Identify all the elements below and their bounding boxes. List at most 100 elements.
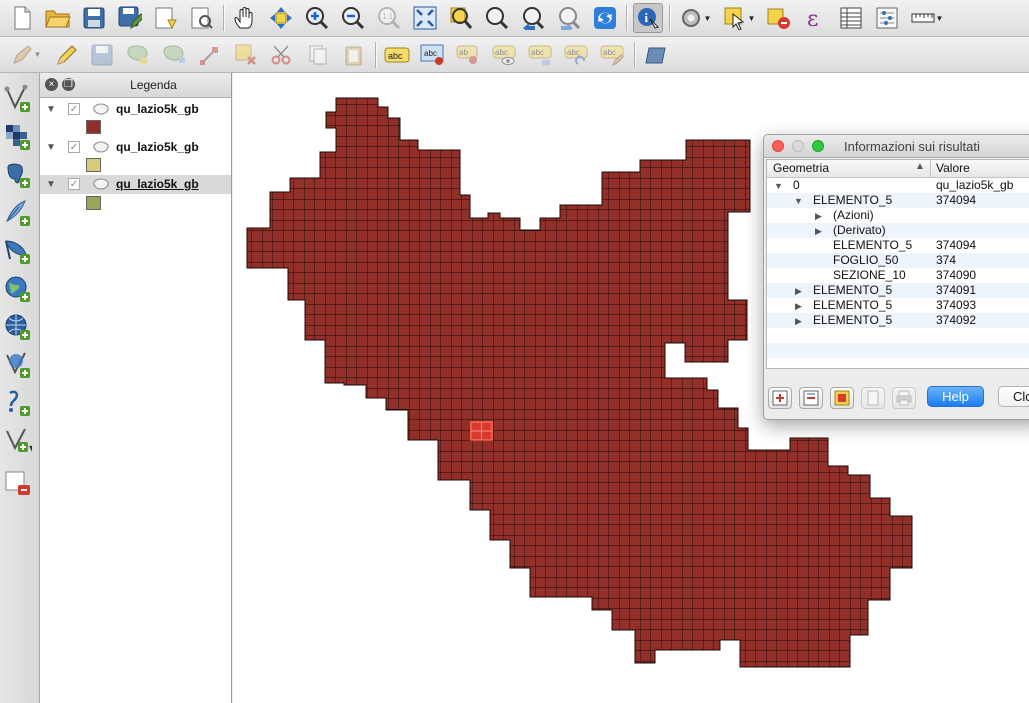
collapse-triangle-icon[interactable]: ▼ — [46, 179, 56, 190]
cut-features-icon[interactable] — [267, 40, 297, 70]
dialog-titlebar[interactable]: Informazioni sui risultati — [764, 135, 1029, 158]
toggle-editing-icon[interactable] — [51, 40, 81, 70]
layer-visibility-checkbox[interactable]: ✓ — [68, 178, 80, 190]
select-features-icon[interactable]: ▼ — [720, 3, 758, 33]
expression-select-icon[interactable]: ε — [800, 3, 830, 33]
collapse-triangle-icon[interactable]: ▼ — [46, 104, 56, 115]
help-button[interactable]: Help — [927, 386, 984, 407]
layer-symbol-swatch[interactable] — [86, 196, 101, 210]
add-feature-icon[interactable] — [123, 40, 153, 70]
tree-row[interactable]: ▼ 0 qu_lazio5k_gb — [767, 178, 1029, 193]
collapsed-arrow-icon[interactable]: ▶ — [815, 209, 822, 224]
zoom-full-icon[interactable] — [410, 3, 440, 33]
pan-to-selection-icon[interactable] — [266, 3, 296, 33]
label-abc-icon[interactable]: abc — [382, 40, 412, 70]
tree-row[interactable]: ▶ ELEMENTO_5 374092 — [767, 313, 1029, 328]
layer-symbol-swatch[interactable] — [86, 158, 101, 172]
change-label-icon[interactable]: abc — [598, 40, 628, 70]
collapse-triangle-icon[interactable]: ▼ — [46, 142, 56, 153]
add-spatialite-layer-icon[interactable] — [4, 199, 32, 227]
toolbar-separator — [626, 5, 627, 31]
collapsed-arrow-icon[interactable]: ▶ — [795, 314, 802, 329]
svg-text:ε: ε — [807, 7, 818, 30]
collapsed-arrow-icon[interactable]: ▶ — [795, 284, 802, 299]
paste-features-icon[interactable] — [339, 40, 369, 70]
add-wcs-layer-icon[interactable] — [4, 313, 32, 341]
zoom-native-icon[interactable]: 1:1 — [374, 3, 404, 33]
tree-row[interactable]: ▶ (Derivato) — [767, 223, 1029, 238]
layer-visibility-checkbox[interactable]: ✓ — [68, 103, 80, 115]
tree-row[interactable]: ▼ ELEMENTO_5 374094 — [767, 193, 1029, 208]
expanded-arrow-icon[interactable]: ▼ — [774, 179, 783, 194]
legend-layer[interactable]: ▼ ✓ qu_lazio5k_gb — [40, 100, 231, 119]
pin-labels-icon[interactable]: ab — [454, 40, 484, 70]
column-header-value[interactable]: Valore — [936, 161, 970, 175]
expanded-arrow-icon[interactable]: ▼ — [794, 194, 803, 209]
zoom-out-icon[interactable] — [338, 3, 368, 33]
processing-icon[interactable]: ▼ — [676, 3, 714, 33]
save-edits-icon[interactable] — [87, 40, 117, 70]
tree-row[interactable]: ▶ ELEMENTO_5 374093 — [767, 298, 1029, 313]
new-project-icon[interactable] — [7, 3, 37, 33]
legend-layer-selected[interactable]: ▼ ✓ qu_lazio5k_gb — [40, 175, 231, 194]
delete-selected-icon[interactable] — [231, 40, 261, 70]
identify-icon[interactable]: i — [633, 3, 663, 33]
layer-labeling-icon[interactable]: abc — [418, 40, 448, 70]
add-wms-layer-icon[interactable] — [4, 275, 32, 303]
zoom-to-layer-icon[interactable] — [482, 3, 512, 33]
tree-row[interactable]: FOGLIO_50 374 — [767, 253, 1029, 268]
move-feature-icon[interactable] — [159, 40, 189, 70]
new-print-composer-icon[interactable] — [151, 3, 181, 33]
refresh-icon[interactable] — [590, 3, 620, 33]
attribute-table-icon[interactable] — [836, 3, 866, 33]
zoom-last-icon[interactable] — [518, 3, 548, 33]
svg-text:▼: ▼ — [29, 444, 32, 453]
column-header-geometry[interactable]: Geometria — [773, 161, 829, 175]
remove-layer-icon[interactable] — [4, 469, 32, 497]
collapsed-arrow-icon[interactable]: ▶ — [815, 224, 822, 239]
save-as-icon[interactable] — [115, 3, 145, 33]
copy-feature-button[interactable] — [861, 387, 885, 409]
show-hide-labels-icon[interactable]: abc — [490, 40, 520, 70]
expand-tree-button[interactable] — [768, 387, 792, 409]
add-mssql-layer-icon[interactable] — [4, 237, 32, 265]
measure-icon[interactable]: ▼ — [908, 3, 946, 33]
window-close-icon[interactable] — [772, 140, 784, 152]
results-tree[interactable]: Geometria ▲ Valore ▼ 0 qu_lazio5k_gb ▼ E… — [766, 159, 1029, 369]
close-button[interactable]: Clo — [998, 386, 1029, 407]
layer-symbol-swatch[interactable] — [86, 120, 101, 134]
rotate-label-icon[interactable]: abc — [562, 40, 592, 70]
shape-icon[interactable] — [641, 40, 671, 70]
add-vector-layer-icon[interactable] — [4, 85, 32, 113]
print-button[interactable] — [892, 387, 916, 409]
add-postgis-layer-icon[interactable] — [4, 161, 32, 189]
move-label-icon[interactable]: abc — [526, 40, 556, 70]
composer-manager-icon[interactable] — [187, 3, 217, 33]
window-zoom-icon[interactable] — [812, 140, 824, 152]
layer-visibility-checkbox[interactable]: ✓ — [68, 141, 80, 153]
deselect-icon[interactable] — [764, 3, 794, 33]
new-shapefile-icon[interactable]: ▼ — [4, 427, 32, 455]
zoom-to-selection-icon[interactable] — [446, 3, 476, 33]
tree-row[interactable]: ELEMENTO_5 374094 — [767, 238, 1029, 253]
tree-row[interactable]: SEZIONE_10 374090 — [767, 268, 1029, 283]
current-edits-icon[interactable]: ▼ — [7, 40, 45, 70]
pan-icon[interactable] — [230, 3, 260, 33]
open-project-icon[interactable] — [43, 3, 73, 33]
collapsed-arrow-icon[interactable]: ▶ — [795, 299, 802, 314]
window-minimize-icon[interactable] — [792, 140, 804, 152]
add-delimited-text-icon[interactable] — [4, 389, 32, 417]
zoom-next-icon[interactable] — [554, 3, 584, 33]
node-tool-icon[interactable] — [195, 40, 225, 70]
highlight-features-button[interactable] — [830, 387, 854, 409]
legend-layer[interactable]: ▼ ✓ qu_lazio5k_gb — [40, 138, 231, 157]
copy-features-icon[interactable] — [303, 40, 333, 70]
add-raster-layer-icon[interactable] — [4, 123, 32, 151]
collapse-tree-button[interactable] — [799, 387, 823, 409]
add-wfs-layer-icon[interactable] — [4, 351, 32, 379]
tree-row[interactable]: ▶ (Azioni) — [767, 208, 1029, 223]
tree-row[interactable]: ▶ ELEMENTO_5 374091 — [767, 283, 1029, 298]
statistics-icon[interactable] — [872, 3, 902, 33]
zoom-in-icon[interactable] — [302, 3, 332, 33]
save-project-icon[interactable] — [79, 3, 109, 33]
